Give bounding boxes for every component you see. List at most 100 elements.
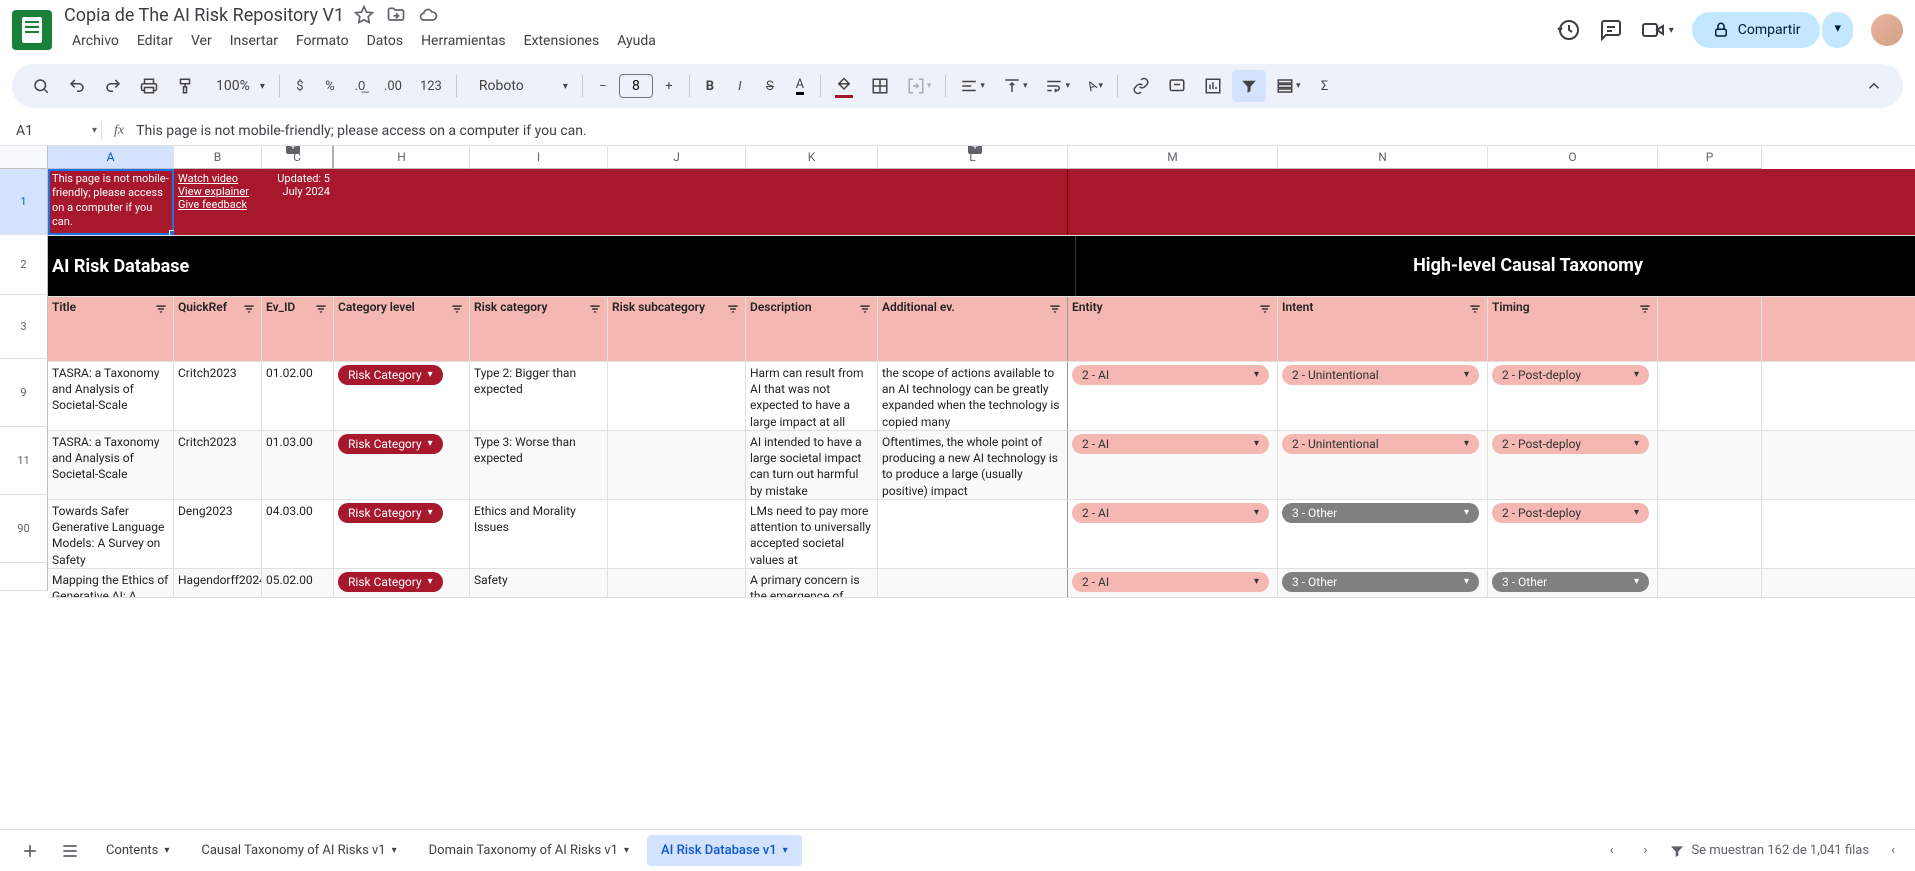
- table-header[interactable]: [1658, 297, 1762, 361]
- corner-cell[interactable]: [0, 146, 48, 169]
- row-header[interactable]: 1: [0, 169, 48, 235]
- table-cell[interactable]: [878, 500, 1068, 568]
- menu-herramientas[interactable]: Herramientas: [413, 29, 514, 53]
- decrease-decimal-icon[interactable]: .0̲: [346, 70, 374, 102]
- column-filter-icon[interactable]: [858, 302, 872, 316]
- view-explainer-link[interactable]: View explainer: [178, 185, 258, 198]
- all-sheets-icon[interactable]: [52, 833, 88, 869]
- give-feedback-link[interactable]: Give feedback: [178, 198, 258, 211]
- halign-icon[interactable]: ▾: [952, 70, 993, 102]
- table-cell[interactable]: Harm can result from AI that was not exp…: [746, 362, 878, 430]
- table-cell[interactable]: 05.02.00: [262, 569, 334, 597]
- font-select[interactable]: Roboto▾: [463, 70, 576, 102]
- table-cell[interactable]: 2 - Unintentional: [1278, 362, 1488, 430]
- table-cell[interactable]: the scope of actions available to an AI …: [878, 362, 1068, 430]
- menu-ver[interactable]: Ver: [183, 29, 220, 53]
- table-cell[interactable]: [1658, 500, 1762, 568]
- row-header[interactable]: 3: [0, 295, 48, 359]
- comment-icon[interactable]: [1160, 70, 1194, 102]
- move-folder-icon[interactable]: [386, 5, 406, 25]
- increase-font-icon[interactable]: +: [655, 70, 683, 102]
- column-filter-icon[interactable]: [154, 302, 168, 316]
- table-cell[interactable]: Type 2: Bigger than expected: [470, 362, 608, 430]
- table-cell[interactable]: Critch2023: [174, 362, 262, 430]
- table-cell[interactable]: Hagendorff2024: [174, 569, 262, 597]
- menu-formato[interactable]: Formato: [288, 29, 357, 53]
- table-cell[interactable]: Ethics and Morality Issues: [470, 500, 608, 568]
- zoom-select[interactable]: 100%▾: [204, 70, 273, 102]
- column-filter-icon[interactable]: [450, 302, 464, 316]
- tab-next-icon[interactable]: ›: [1636, 835, 1656, 866]
- search-icon[interactable]: [24, 70, 58, 102]
- category-pill[interactable]: Risk Category: [338, 503, 443, 523]
- link-icon[interactable]: [1124, 70, 1158, 102]
- category-pill[interactable]: Risk Category: [338, 434, 443, 454]
- table-cell[interactable]: Safety: [470, 569, 608, 597]
- value-chip[interactable]: 2 - Unintentional: [1282, 365, 1479, 385]
- column-header-K[interactable]: K: [746, 146, 878, 169]
- table-cell[interactable]: Mapping the Ethics of Generative AI: A: [48, 569, 174, 597]
- row-header[interactable]: 9: [0, 359, 48, 427]
- table-header[interactable]: Risk category: [470, 297, 608, 361]
- row-header[interactable]: [0, 563, 48, 591]
- filter-views-icon[interactable]: ▾: [1268, 70, 1309, 102]
- table-cell[interactable]: 2 - AI: [1068, 431, 1278, 499]
- cloud-status-icon[interactable]: [418, 5, 438, 25]
- chart-icon[interactable]: [1196, 70, 1230, 102]
- column-header-A[interactable]: A: [48, 146, 174, 169]
- column-header-I[interactable]: I: [470, 146, 608, 169]
- table-cell[interactable]: Risk Category: [334, 431, 470, 499]
- table-cell[interactable]: 2 - Unintentional: [1278, 431, 1488, 499]
- cell-B1[interactable]: Watch video View explainer Give feedback: [174, 169, 262, 235]
- table-cell[interactable]: [1658, 362, 1762, 430]
- paint-format-icon[interactable]: [168, 70, 202, 102]
- column-filter-icon[interactable]: [314, 302, 328, 316]
- font-size-input[interactable]: [619, 74, 653, 98]
- table-cell[interactable]: 3 - Other: [1278, 500, 1488, 568]
- collapse-toolbar-icon[interactable]: [1857, 70, 1891, 102]
- menu-ayuda[interactable]: Ayuda: [609, 29, 664, 53]
- formula-input[interactable]: This page is not mobile-friendly; please…: [136, 123, 1903, 139]
- menu-datos[interactable]: Datos: [359, 29, 411, 53]
- row-header[interactable]: 2: [0, 235, 48, 295]
- table-cell[interactable]: TASRA: a Taxonomy and Analysis of Societ…: [48, 362, 174, 430]
- value-chip[interactable]: 2 - Post-deploy: [1492, 503, 1649, 523]
- undo-icon[interactable]: [60, 70, 94, 102]
- column-filter-icon[interactable]: [1048, 302, 1062, 316]
- value-chip[interactable]: 3 - Other: [1282, 503, 1479, 523]
- column-filter-icon[interactable]: [1638, 302, 1652, 316]
- column-header-N[interactable]: N: [1278, 146, 1488, 169]
- table-header[interactable]: Entity: [1068, 297, 1278, 361]
- borders-icon[interactable]: [863, 70, 897, 102]
- sheet-tab[interactable]: AI Risk Database v1▾: [647, 835, 802, 866]
- value-chip[interactable]: 2 - Unintentional: [1282, 434, 1479, 454]
- print-icon[interactable]: [132, 70, 166, 102]
- table-cell[interactable]: [608, 431, 746, 499]
- value-chip[interactable]: 2 - AI: [1072, 572, 1269, 592]
- category-pill[interactable]: Risk Category: [338, 572, 443, 592]
- column-header-H[interactable]: H: [334, 146, 470, 169]
- cell-C1[interactable]: Updated: 5 July 2024: [262, 169, 334, 235]
- value-chip[interactable]: 2 - AI: [1072, 434, 1269, 454]
- table-cell[interactable]: Oftentimes, the whole point of producing…: [878, 431, 1068, 499]
- decrease-font-icon[interactable]: −: [589, 70, 617, 102]
- table-cell[interactable]: 3 - Other: [1488, 569, 1658, 597]
- comments-icon[interactable]: [1599, 18, 1623, 42]
- menu-editar[interactable]: Editar: [129, 29, 181, 53]
- table-cell[interactable]: 2 - Post-deploy: [1488, 431, 1658, 499]
- table-header[interactable]: QuickRef: [174, 297, 262, 361]
- menu-insertar[interactable]: Insertar: [222, 29, 286, 53]
- expand-columns-icon[interactable]: +: [286, 146, 300, 154]
- name-box[interactable]: A1: [12, 121, 92, 141]
- name-box-dropdown[interactable]: ▾: [92, 125, 97, 136]
- share-dropdown[interactable]: ▾: [1822, 12, 1853, 48]
- table-cell[interactable]: Towards Safer Generative Language Models…: [48, 500, 174, 568]
- menu-archivo[interactable]: Archivo: [64, 29, 127, 53]
- table-cell[interactable]: AI intended to have a large societal imp…: [746, 431, 878, 499]
- add-sheet-icon[interactable]: [12, 833, 48, 869]
- wrap-icon[interactable]: ▾: [1037, 70, 1078, 102]
- table-cell[interactable]: TASRA: a Taxonomy and Analysis of Societ…: [48, 431, 174, 499]
- table-cell[interactable]: [608, 362, 746, 430]
- table-header[interactable]: Intent: [1278, 297, 1488, 361]
- table-cell[interactable]: [1658, 569, 1762, 597]
